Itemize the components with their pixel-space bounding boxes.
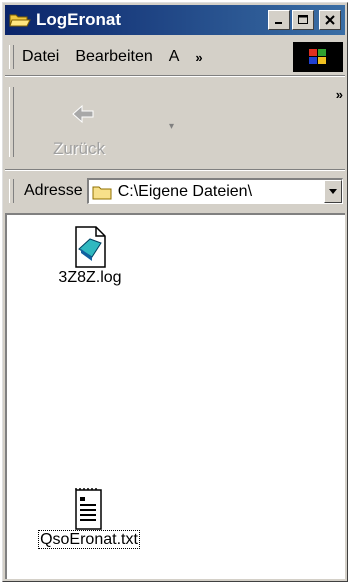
back-dropdown-icon[interactable]: ▾	[169, 121, 174, 132]
maximize-icon	[298, 15, 308, 24]
address-dropdown-button[interactable]	[324, 180, 342, 203]
standard-toolbar: Zurück ▾ »	[9, 81, 343, 169]
menubar-separator	[5, 75, 345, 77]
text-file-icon	[75, 488, 102, 530]
menu-more-chevron[interactable]: »	[195, 50, 202, 65]
minimize-icon	[275, 22, 282, 24]
menu-item-bearbeiten[interactable]: Bearbeiten	[75, 48, 152, 66]
close-icon	[325, 15, 335, 25]
maximize-button[interactable]	[292, 10, 314, 30]
title-bar[interactable]: LogEronat	[5, 5, 345, 35]
file-name: QsoEronat.txt	[38, 530, 140, 549]
back-label: Zurück	[53, 139, 105, 158]
toolbar-separator	[5, 169, 345, 171]
address-bar: Adresse C:\Eigene Dateien\	[9, 175, 343, 207]
address-input[interactable]: C:\Eigene Dateien\	[86, 178, 343, 204]
folder-icon	[92, 186, 112, 199]
file-item-log[interactable]: 3Z8Z.log	[45, 225, 135, 287]
folder-open-icon	[9, 12, 31, 28]
menu-item-ansicht[interactable]: A	[169, 48, 180, 66]
address-label: Adresse	[24, 182, 83, 199]
window-title: LogEronat	[36, 10, 121, 29]
menu-item-datei[interactable]: Datei	[22, 48, 59, 66]
windows-logo-icon	[293, 42, 343, 72]
toolbar-grip[interactable]	[9, 87, 14, 157]
file-list[interactable]: 3Z8Z.log QsoEronat.txt	[5, 213, 345, 579]
menu-bar: Datei Bearbeiten A »	[9, 41, 343, 73]
back-arrow-icon	[71, 103, 95, 130]
address-value: C:\Eigene Dateien\	[117, 182, 253, 200]
menubar-grip[interactable]	[9, 45, 14, 69]
addressbar-grip[interactable]	[9, 179, 14, 203]
log-file-icon	[75, 226, 106, 268]
toolbar-more-chevron[interactable]: »	[336, 87, 343, 102]
chevron-down-icon	[329, 189, 337, 194]
close-button[interactable]	[319, 10, 341, 30]
file-name: 3Z8Z.log	[58, 269, 122, 286]
explorer-window: LogEronat Datei Bearbeiten A » Zurück ▾ …	[2, 2, 348, 582]
minimize-button[interactable]	[268, 10, 290, 30]
back-button[interactable]: Zurück	[49, 99, 129, 163]
file-item-txt[interactable]: QsoEronat.txt	[19, 487, 159, 549]
